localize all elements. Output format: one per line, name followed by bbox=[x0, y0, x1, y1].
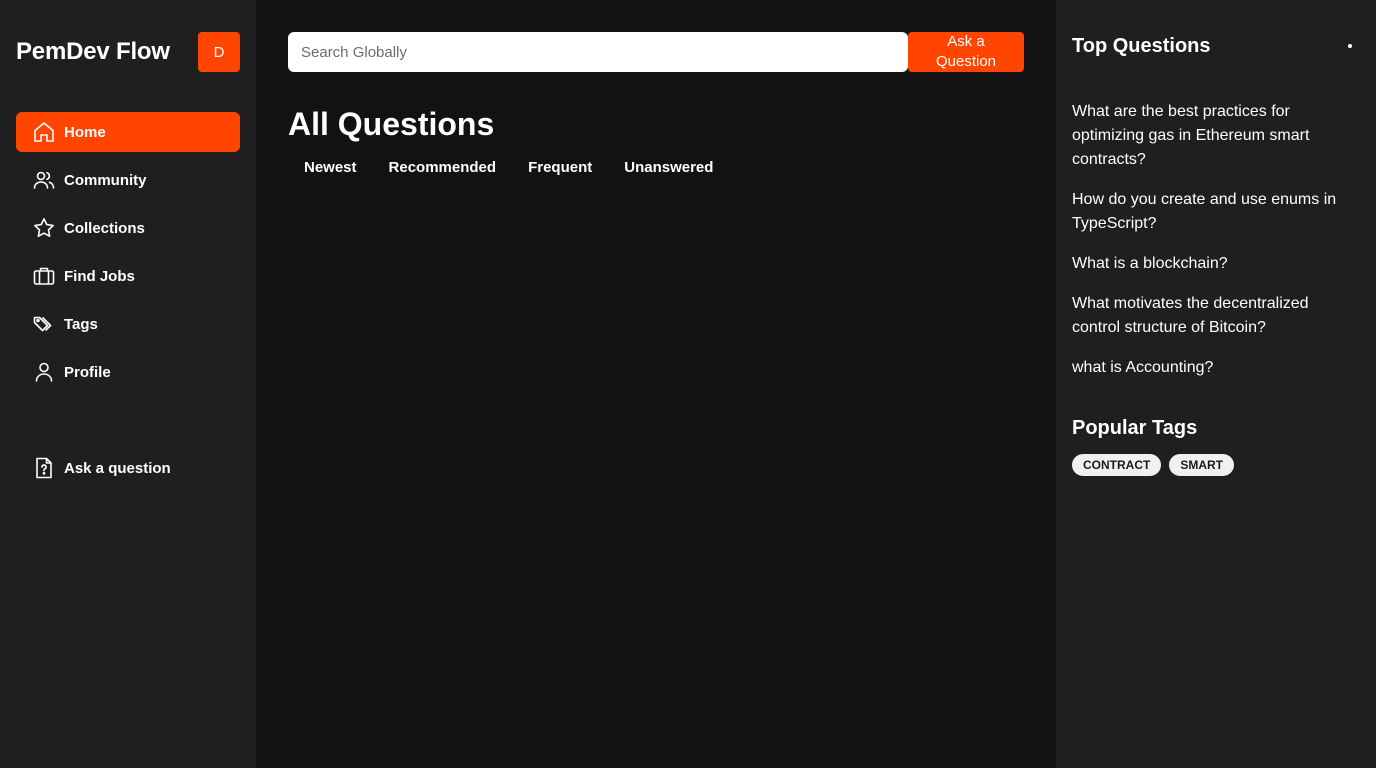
popular-tags-title: Popular Tags bbox=[1072, 417, 1198, 439]
ask-question-button[interactable]: Ask a Question bbox=[908, 32, 1024, 72]
list-item[interactable]: What are the best practices for optimizi… bbox=[1072, 100, 1360, 172]
filter-recommended[interactable]: Recommended bbox=[373, 154, 513, 182]
right-sidebar: Top Questions What are the best practice… bbox=[1056, 0, 1376, 768]
brand-row: PemDev Flow D bbox=[16, 32, 240, 72]
brand-title[interactable]: PemDev Flow bbox=[16, 38, 170, 66]
briefcase-icon bbox=[32, 264, 56, 288]
list-item[interactable]: What is a blockchain? bbox=[1072, 252, 1360, 276]
user-icon bbox=[32, 360, 56, 384]
sidebar-item-label: Profile bbox=[64, 363, 111, 381]
filter-tabs: Newest Recommended Frequent Unanswered bbox=[288, 154, 1024, 182]
home-icon bbox=[32, 120, 56, 144]
sidebar-item-label: Community bbox=[64, 171, 147, 189]
filter-frequent[interactable]: Frequent bbox=[512, 154, 608, 182]
sidebar-item-label: Ask a question bbox=[64, 459, 171, 477]
top-questions-header: Top Questions bbox=[1072, 32, 1360, 60]
dot-icon bbox=[1348, 44, 1352, 48]
sidebar-item-ask-question[interactable]: Ask a question bbox=[16, 448, 240, 488]
search-input[interactable] bbox=[288, 32, 908, 72]
filter-unanswered[interactable]: Unanswered bbox=[608, 154, 729, 182]
sidebar-item-profile[interactable]: Profile bbox=[16, 352, 240, 392]
list-item[interactable]: what is Accounting? bbox=[1072, 356, 1360, 380]
question-file-icon bbox=[32, 456, 56, 480]
users-icon bbox=[32, 168, 56, 192]
app-root: PemDev Flow D Home Community Collections… bbox=[0, 0, 1376, 768]
main-content: Ask a Question All Questions Newest Reco… bbox=[256, 0, 1056, 768]
filter-newest[interactable]: Newest bbox=[288, 154, 373, 182]
page-title: All Questions bbox=[288, 106, 495, 142]
sidebar-item-home[interactable]: Home bbox=[16, 112, 240, 152]
sidebar-item-label: Find Jobs bbox=[64, 267, 135, 285]
sidebar-item-label: Collections bbox=[64, 219, 145, 237]
sidebar-nav: Home Community Collections Find Jobs Tag… bbox=[16, 112, 240, 488]
tag-contract[interactable]: CONTRACT bbox=[1072, 454, 1162, 476]
search-row: Ask a Question bbox=[288, 32, 1024, 72]
sidebar-item-tags[interactable]: Tags bbox=[16, 304, 240, 344]
sidebar-item-collections[interactable]: Collections bbox=[16, 208, 240, 248]
top-questions-list: What are the best practices for optimizi… bbox=[1072, 100, 1360, 380]
tag-icon bbox=[32, 312, 56, 336]
top-questions-title: Top Questions bbox=[1072, 34, 1211, 57]
tag-smart[interactable]: SMART bbox=[1169, 454, 1234, 476]
list-item[interactable]: How do you create and use enums in TypeS… bbox=[1072, 188, 1360, 236]
sidebar-item-find-jobs[interactable]: Find Jobs bbox=[16, 256, 240, 296]
list-item[interactable]: What motivates the decentralized control… bbox=[1072, 292, 1360, 340]
sidebar-item-label: Tags bbox=[64, 315, 98, 333]
avatar[interactable]: D bbox=[198, 32, 240, 72]
popular-tags-list: CONTRACT SMART bbox=[1072, 454, 1360, 476]
left-sidebar: PemDev Flow D Home Community Collections… bbox=[0, 0, 256, 768]
sidebar-item-community[interactable]: Community bbox=[16, 160, 240, 200]
star-icon bbox=[32, 216, 56, 240]
sidebar-item-label: Home bbox=[64, 123, 106, 141]
